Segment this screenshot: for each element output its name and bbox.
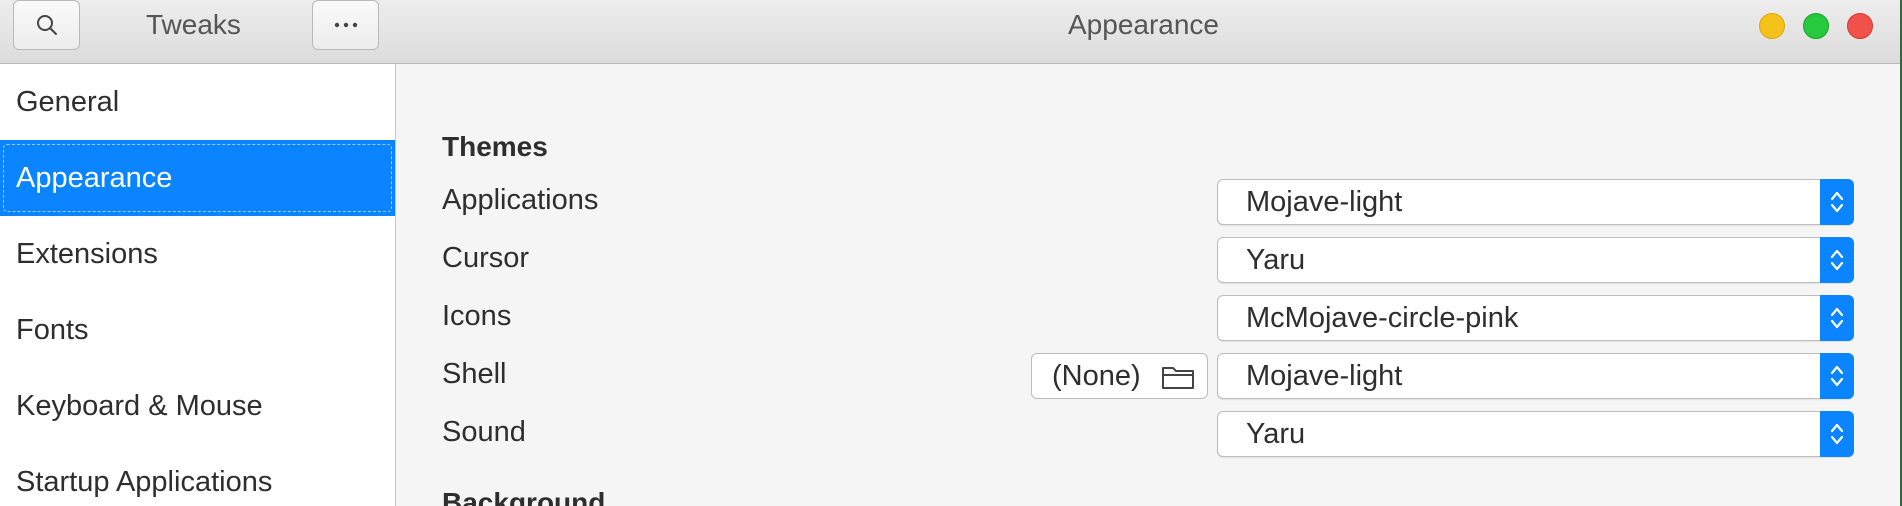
tweaks-window: Tweaks Appearance General Appearance Ext… [0,0,1900,506]
search-icon [35,13,59,37]
up-down-arrows-icon [1820,353,1854,399]
up-down-arrows-icon [1820,237,1854,283]
sidebar-item-label: Startup Applications [16,466,273,498]
sidebar-item-label: Keyboard & Mouse [16,390,263,422]
combo-value: McMojave-circle-pink [1246,302,1519,334]
up-down-arrows-icon [1820,411,1854,457]
sidebar: General Appearance Extensions Fonts Keyb… [0,64,396,506]
sidebar-item-keyboard-mouse[interactable]: Keyboard & Mouse [0,368,395,444]
sidebar-item-fonts[interactable]: Fonts [0,292,395,368]
up-down-arrows-icon [1820,179,1854,225]
icons-theme-combo[interactable]: McMojave-circle-pink [1217,295,1854,341]
app-title: Tweaks [146,9,241,40]
sidebar-item-label: General [16,86,120,118]
shell-theme-combo[interactable]: Mojave-light [1217,353,1854,399]
combo-value: Mojave-light [1246,360,1403,392]
minimize-button[interactable] [1759,13,1785,39]
appearance-panel: Themes Applications Mojave-light Cursor … [397,64,1900,506]
cursor-theme-combo[interactable]: Yaru [1217,237,1854,283]
maximize-button[interactable] [1803,13,1829,39]
ellipsis-icon [333,21,359,29]
sidebar-item-label: Appearance [16,162,173,194]
up-down-arrows-icon [1820,295,1854,341]
file-chooser-value: (None) [1052,360,1141,392]
themes-section-title: Themes [442,131,548,162]
applications-label: Applications [442,184,599,216]
sidebar-item-startup-applications[interactable]: Startup Applications [0,444,395,506]
sound-theme-combo[interactable]: Yaru [1217,411,1854,457]
sidebar-item-label: Fonts [16,314,89,346]
menu-button[interactable] [312,0,379,50]
search-button[interactable] [13,0,80,50]
sidebar-item-extensions[interactable]: Extensions [0,216,395,292]
folder-icon [1161,364,1195,395]
combo-value: Mojave-light [1246,186,1403,218]
shell-file-chooser-button[interactable]: (None) [1031,353,1208,399]
titlebar: Tweaks Appearance [0,0,1900,64]
window-title: Appearance [1068,9,1220,40]
applications-theme-combo[interactable]: Mojave-light [1217,179,1854,225]
background-section-title: Background [442,487,606,506]
combo-value: Yaru [1246,244,1306,276]
combo-value: Yaru [1246,418,1306,450]
cursor-label: Cursor [442,242,530,274]
sidebar-item-label: Extensions [16,238,158,270]
sidebar-item-general[interactable]: General [0,64,395,140]
close-button[interactable] [1847,13,1873,39]
shell-label: Shell [442,358,507,390]
icons-label: Icons [442,300,512,332]
sound-label: Sound [442,416,526,448]
sidebar-item-appearance[interactable]: Appearance [0,140,395,216]
